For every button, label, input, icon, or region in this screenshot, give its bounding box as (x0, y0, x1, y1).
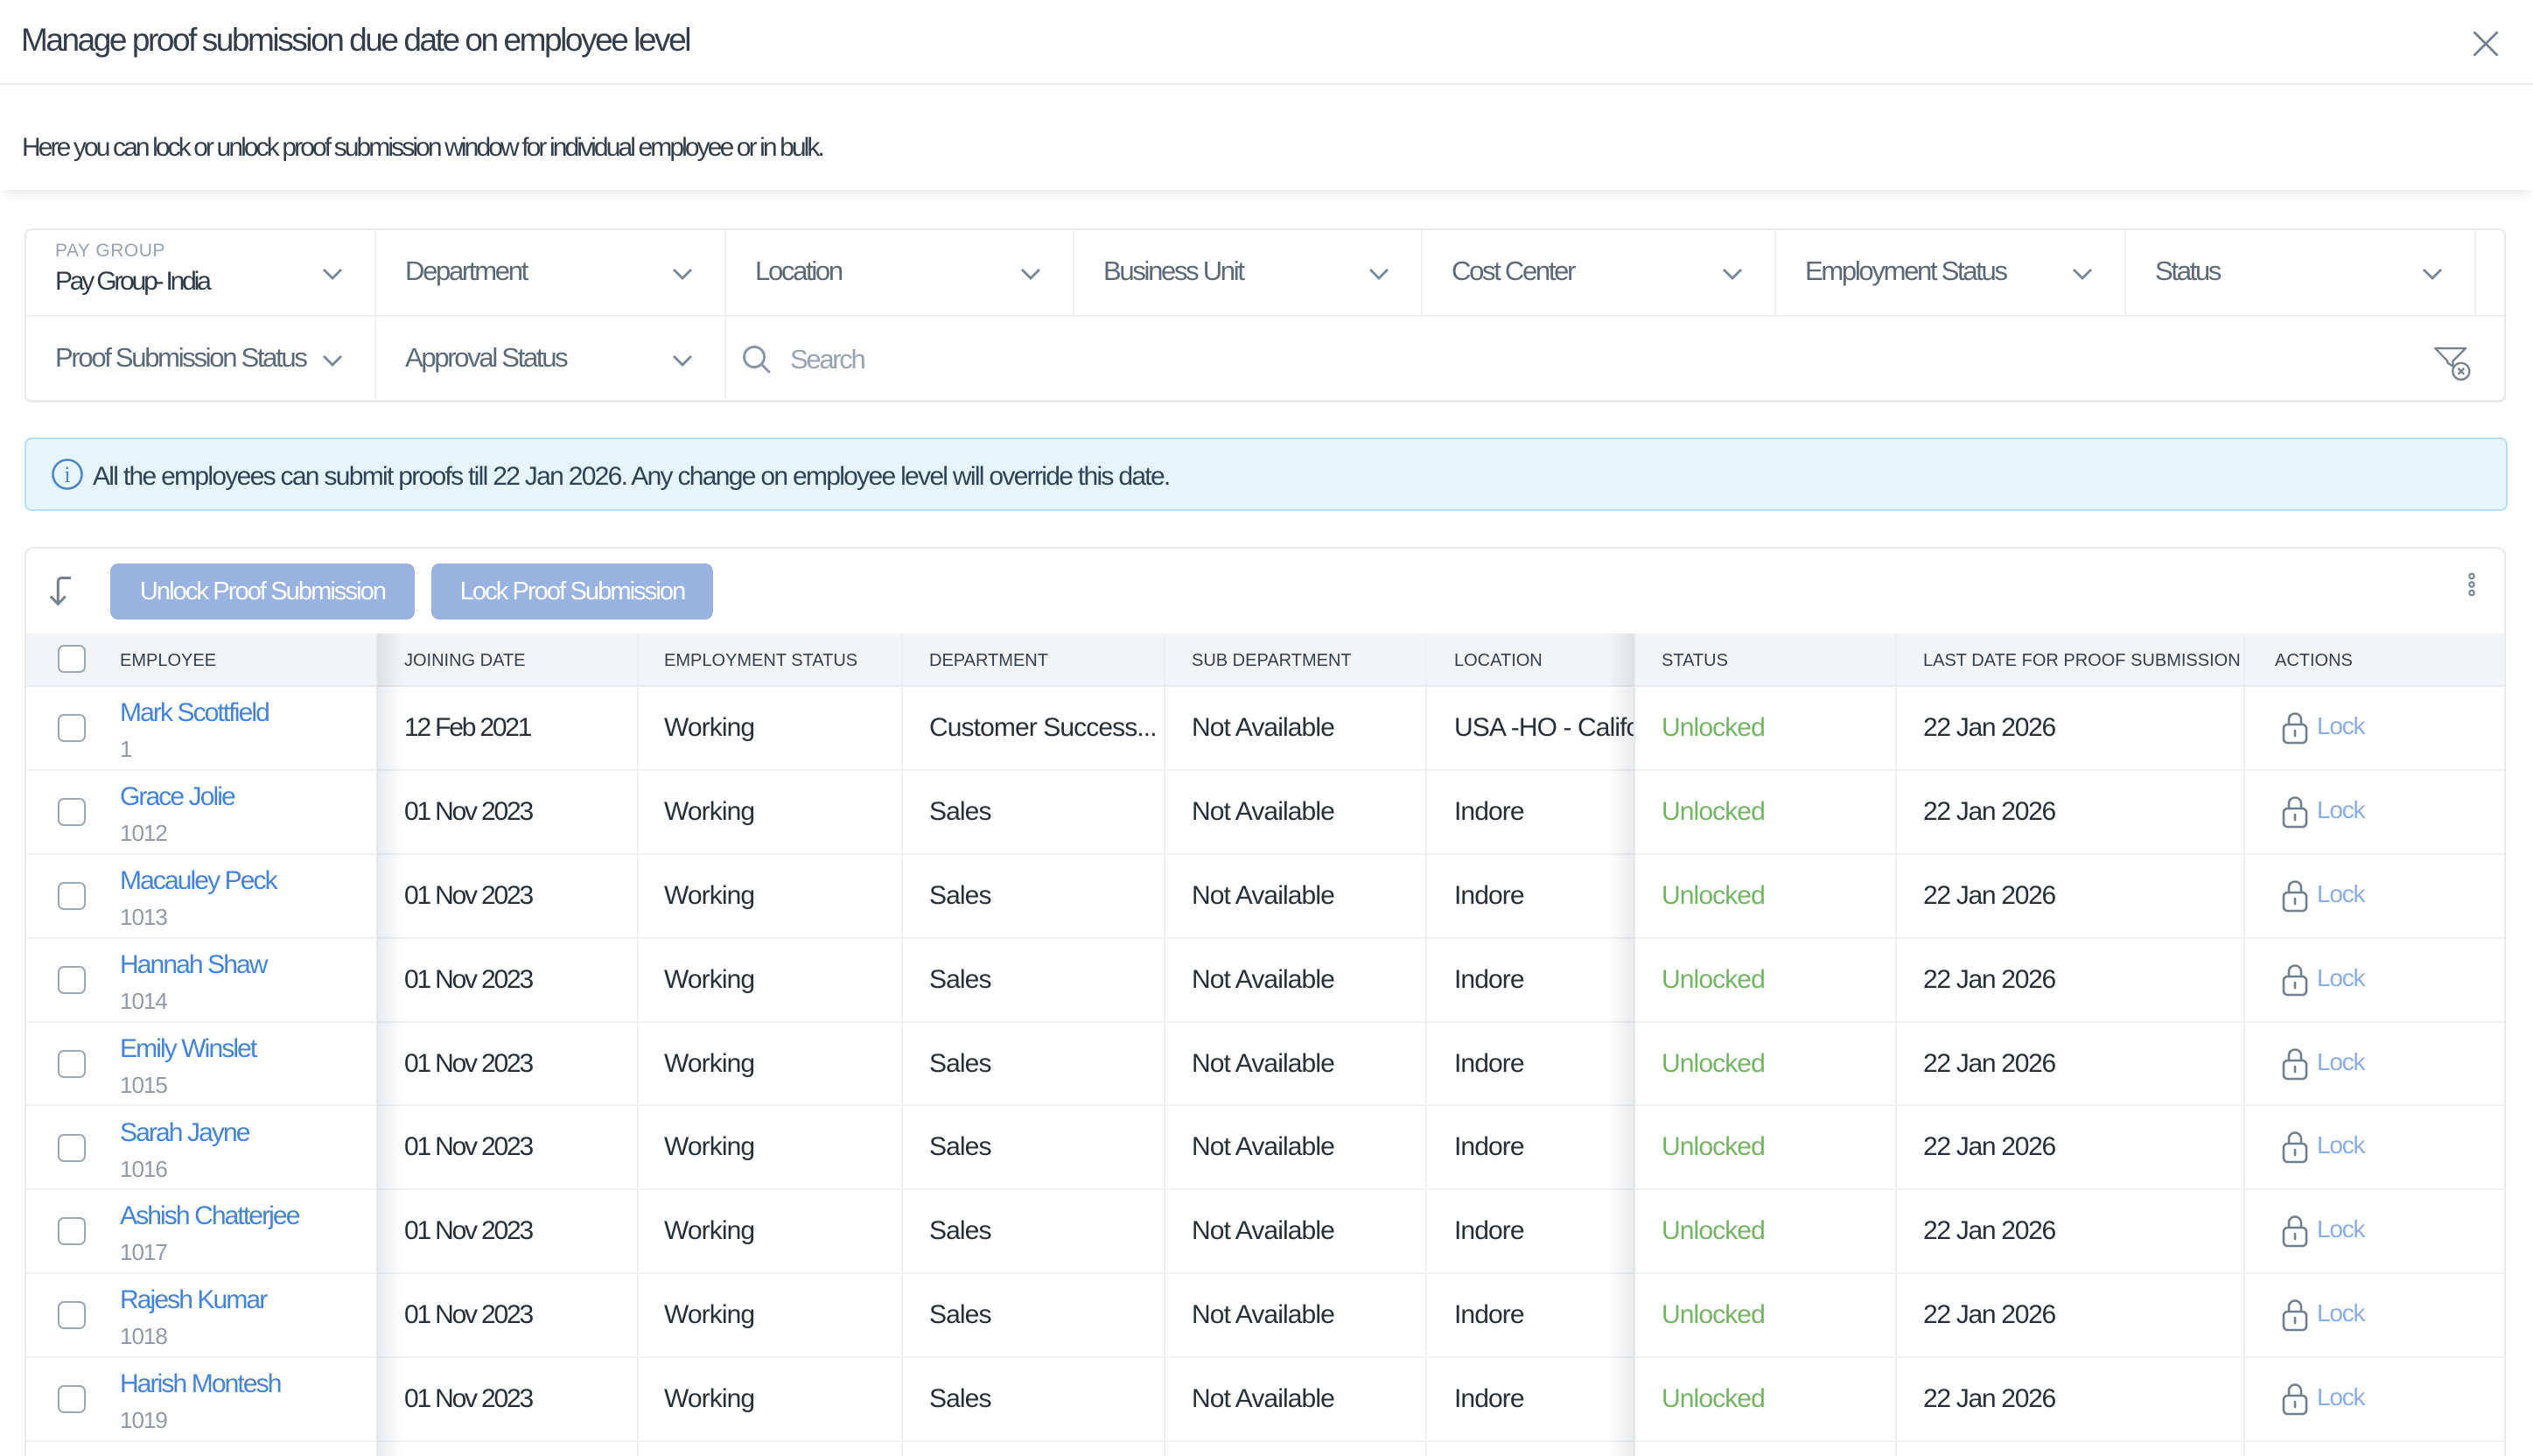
svg-text:i: i (64, 462, 70, 487)
